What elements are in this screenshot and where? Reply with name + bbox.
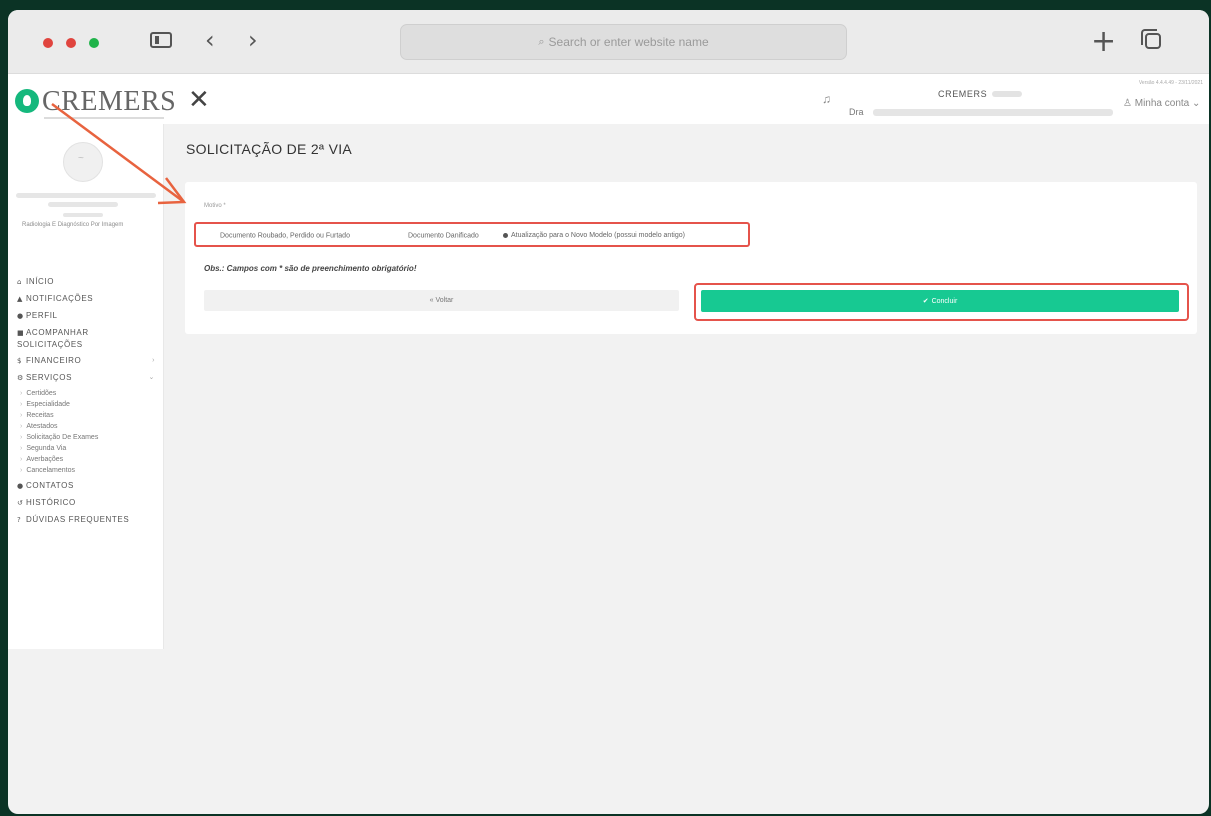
browser-window: ‹ › ⌕ Search or enter website name + CRE… <box>8 10 1209 814</box>
annotation-arrow-line <box>51 102 185 204</box>
annotation-arrow <box>51 102 187 205</box>
